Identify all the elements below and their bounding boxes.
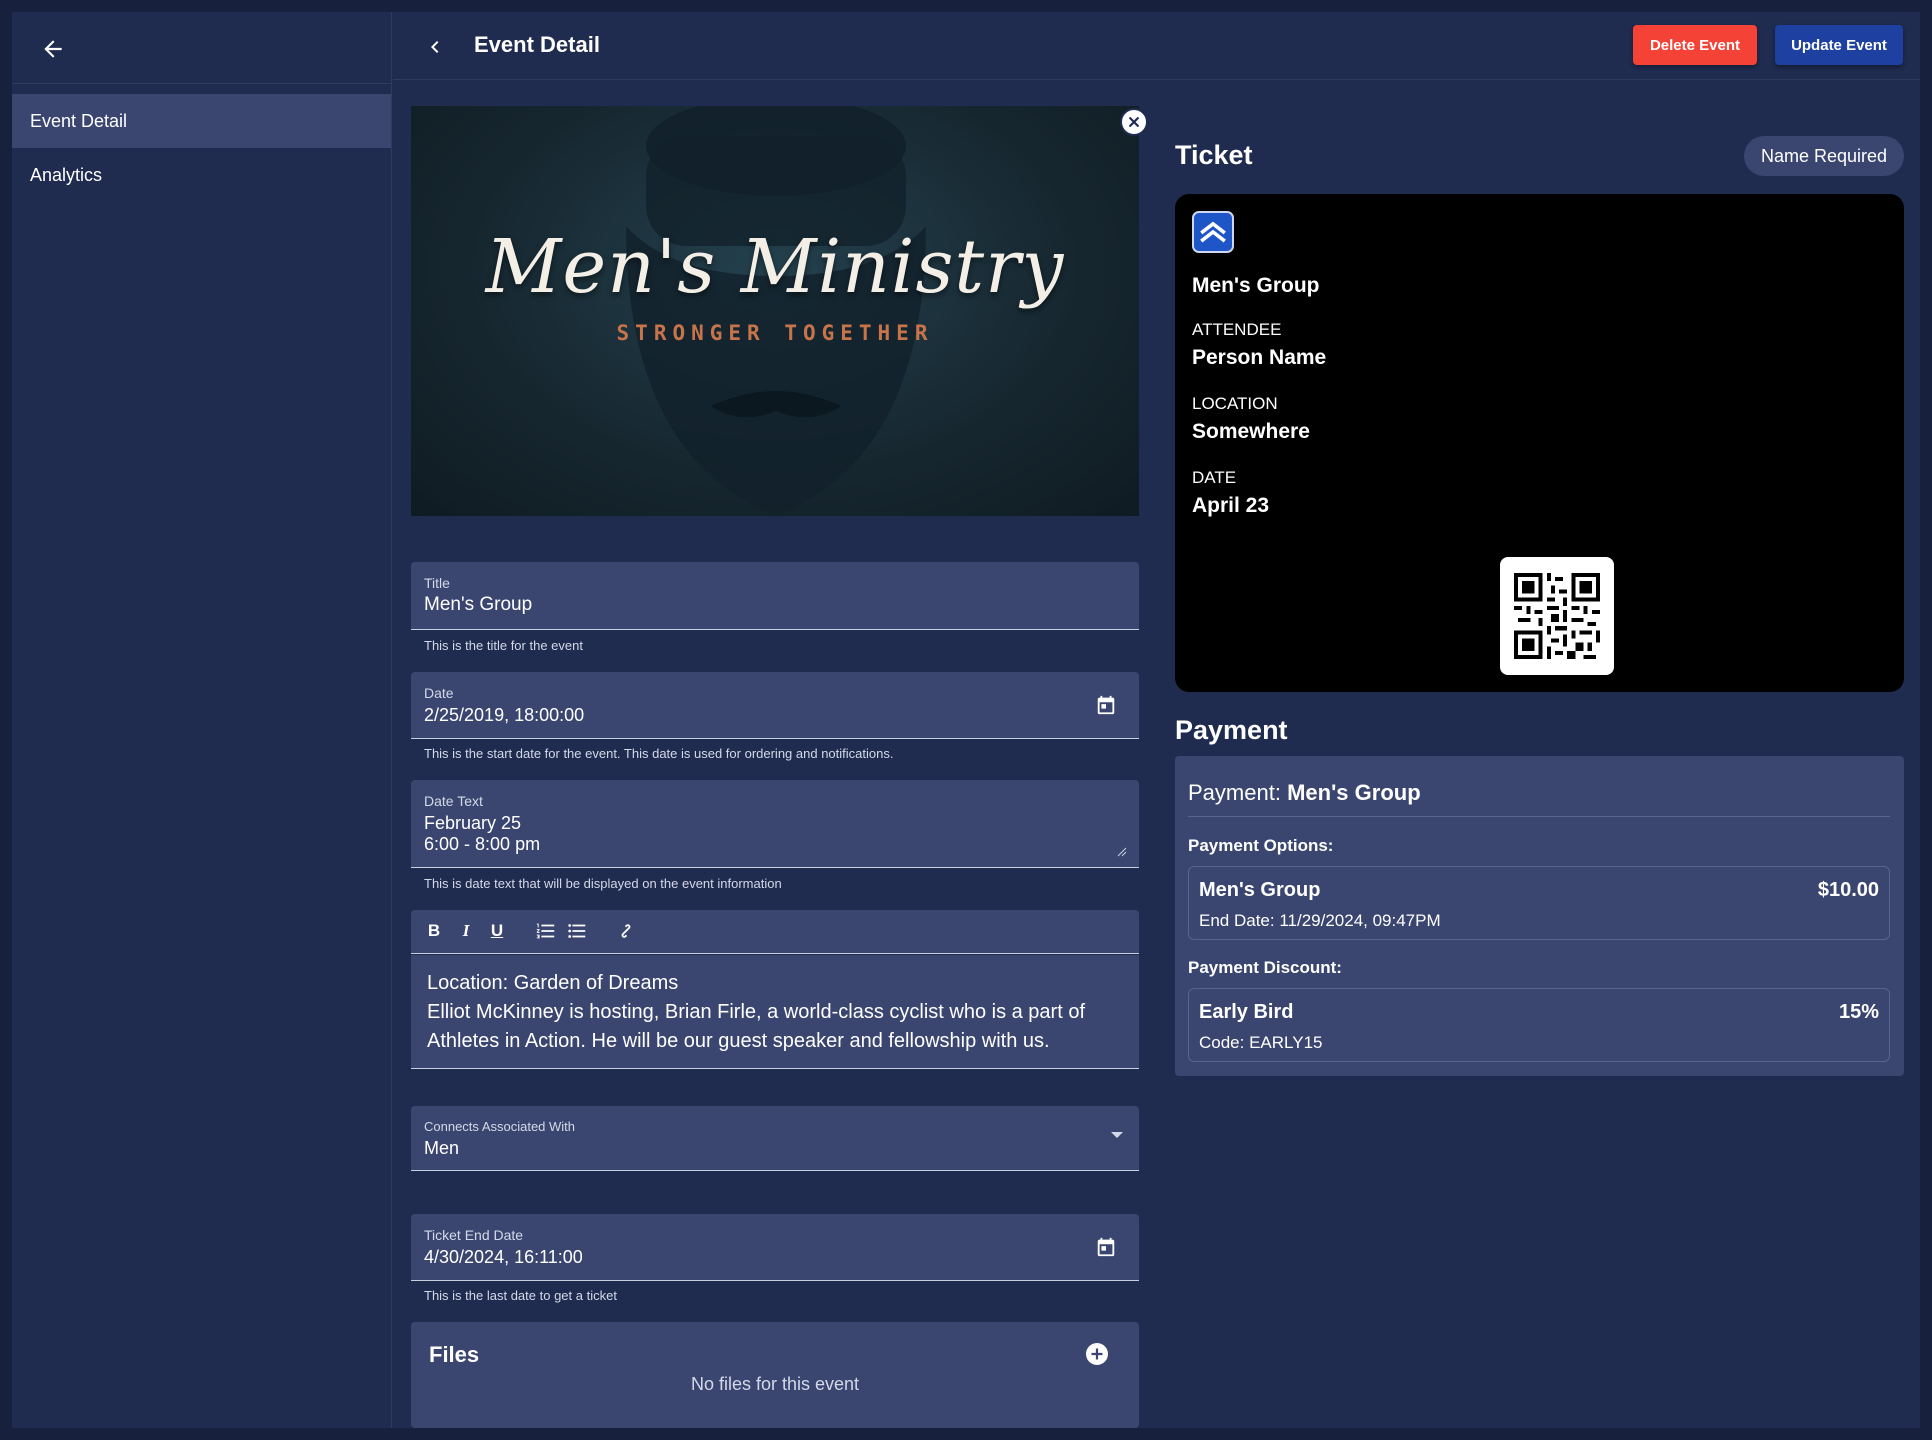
italic-icon[interactable]: I <box>455 920 477 942</box>
files-title: Files <box>429 1342 480 1367</box>
church-logo-icon <box>1192 211 1234 253</box>
top-bar: Event Detail Delete Event Update Event <box>393 12 1920 80</box>
title-field[interactable]: Title Men's Group <box>411 562 1139 630</box>
payment-card: Payment: Men's Group Payment Options: Me… <box>1175 756 1904 1076</box>
discount-name: Early Bird <box>1199 1001 1294 1023</box>
discount-value: 15% <box>1838 1001 1879 1023</box>
delete-event-button[interactable]: Delete Event <box>1633 25 1757 65</box>
close-icon[interactable] <box>1120 108 1148 136</box>
ticket-attendee-value: Person Name <box>1192 346 1327 369</box>
page-title: Event Detail <box>474 32 600 57</box>
editor-toolbar: B I U <box>411 910 1139 954</box>
link-icon[interactable] <box>615 920 637 942</box>
bullet-list-icon[interactable] <box>566 920 588 942</box>
sidebar-item-event-detail[interactable]: Event Detail <box>12 94 391 148</box>
payment-option-name: Men's Group <box>1199 879 1321 901</box>
sidebar: Event Detail Analytics <box>12 12 392 1428</box>
ticket-event-name: Men's Group <box>1192 274 1320 297</box>
payment-option-end-date: End Date: 11/29/2024, 09:47PM <box>1199 911 1441 930</box>
date-text-helper: This is date text that will be displayed… <box>424 876 782 891</box>
connects-label: Connects Associated With <box>424 1119 576 1134</box>
payment-section-title: Payment <box>1175 715 1288 745</box>
payment-options-label: Payment Options: <box>1188 836 1334 855</box>
bold-icon[interactable]: B <box>423 920 445 942</box>
ticket-attendee-label: ATTENDEE <box>1192 320 1282 339</box>
underline-icon[interactable]: U <box>486 920 508 942</box>
qr-code-icon <box>1514 573 1600 659</box>
sidebar-item-analytics[interactable]: Analytics <box>12 148 391 202</box>
divider <box>1188 816 1890 817</box>
qr-code <box>1500 557 1614 675</box>
ordered-list-icon[interactable] <box>535 920 557 942</box>
update-event-button[interactable]: Update Event <box>1775 25 1903 65</box>
files-empty-message: No files for this event <box>690 1374 860 1394</box>
description-editor[interactable]: Location: Garden of Dreams Elliot McKinn… <box>411 955 1139 1069</box>
title-helper: This is the title for the event <box>424 638 583 653</box>
sidebar-header <box>12 12 391 84</box>
payment-option-item[interactable]: Men's Group $10.00 End Date: 11/29/2024,… <box>1188 866 1890 940</box>
ticket-location-value: Somewhere <box>1192 420 1310 443</box>
dropdown-arrow-icon[interactable] <box>1111 1132 1123 1138</box>
ticket-date-label: DATE <box>1192 468 1237 487</box>
banner-subtitle: STRONGER TOGETHER <box>616 321 934 345</box>
ticket-date-value: April 23 <box>1192 494 1270 517</box>
ticket-location-label: LOCATION <box>1192 394 1278 413</box>
ticket-end-date-label: Ticket End Date <box>424 1227 524 1243</box>
payment-discount-label: Payment Discount: <box>1188 958 1342 977</box>
date-value: 2/25/2019, 18:00:00 <box>424 705 585 725</box>
title-value: Men's Group <box>424 594 533 615</box>
date-field[interactable]: Date 2/25/2019, 18:00:00 <box>411 672 1139 739</box>
payment-option-price: $10.00 <box>1817 879 1879 901</box>
event-banner-image: Men's Ministry STRONGER TOGETHER <box>411 106 1139 516</box>
chevron-left-icon[interactable] <box>423 34 447 60</box>
payment-heading: Payment: Men's Group <box>1188 780 1421 806</box>
connects-select[interactable]: Connects Associated With Men <box>411 1106 1139 1171</box>
date-text-field[interactable]: Date Text February 25 6:00 - 8:00 pm <box>411 780 1139 868</box>
description-line-1: Location: Garden of Dreams <box>427 972 679 994</box>
files-card: Files No files for this event <box>411 1322 1139 1428</box>
payment-heading-name: Men's Group <box>1287 780 1421 805</box>
add-circle-icon[interactable] <box>1085 1342 1109 1366</box>
name-required-chip[interactable]: Name Required <box>1744 136 1904 176</box>
calendar-icon[interactable] <box>1095 1235 1117 1259</box>
payment-heading-prefix: Payment: <box>1188 780 1281 805</box>
title-label: Title <box>424 575 450 591</box>
ticket-end-date-helper: This is the last date to get a ticket <box>424 1288 617 1303</box>
ticket-preview: Men's Group ATTENDEE Person Name LOCATIO… <box>1175 194 1904 692</box>
date-text-line-1: February 25 <box>424 813 522 833</box>
payment-discount-item[interactable]: Early Bird 15% Code: EARLY15 <box>1188 988 1890 1062</box>
description-line-3: Athletes in Action. He will be our guest… <box>427 1030 1050 1052</box>
connects-value: Men <box>424 1138 460 1158</box>
ticket-section-title: Ticket <box>1175 140 1253 170</box>
ticket-end-date-value: 4/30/2024, 16:11:00 <box>424 1247 583 1267</box>
description-line-2: Elliot McKinney is hosting, Brian Firle,… <box>427 1001 1086 1023</box>
date-label: Date <box>424 685 454 701</box>
bearded-man-silhouette <box>626 106 926 516</box>
date-helper: This is the start date for the event. Th… <box>424 746 894 761</box>
sidebar-item-label: Analytics <box>30 164 103 185</box>
date-text-label: Date Text <box>424 793 483 809</box>
banner-title: Men's Ministry <box>485 224 1065 310</box>
ticket-end-date-field[interactable]: Ticket End Date 4/30/2024, 16:11:00 <box>411 1214 1139 1281</box>
discount-code: Code: EARLY15 <box>1199 1033 1323 1052</box>
date-text-line-2: 6:00 - 8:00 pm <box>424 834 541 854</box>
arrow-left-icon[interactable] <box>40 36 66 62</box>
resize-handle-icon[interactable] <box>1117 847 1127 857</box>
sidebar-item-label: Event Detail <box>30 110 128 131</box>
calendar-icon[interactable] <box>1095 693 1117 717</box>
